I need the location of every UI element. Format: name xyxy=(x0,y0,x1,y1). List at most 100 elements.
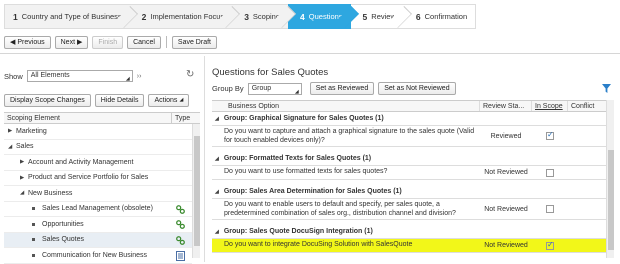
tree-scrollbar[interactable] xyxy=(192,124,200,258)
question-row[interactable]: Do you want to enable users to default a… xyxy=(212,199,606,220)
group-header[interactable]: ◢ Group: Sales Area Determination for Sal… xyxy=(212,185,606,199)
collapse-arrow-icon[interactable]: ◢ xyxy=(8,144,16,150)
question-row[interactable]: Do you want to use formatted texts for s… xyxy=(212,166,606,180)
toolbar-divider xyxy=(0,53,620,54)
expand-arrow-icon[interactable]: ▶ xyxy=(20,175,28,181)
link-type-icon xyxy=(176,235,185,247)
cancel-button[interactable]: Cancel xyxy=(127,35,161,49)
panel-divider[interactable] xyxy=(204,56,205,262)
conflict-cell xyxy=(568,239,606,252)
display-scope-changes-button[interactable]: Display Scope Changes xyxy=(4,94,91,107)
scoping-tree: ▶ Marketing ◢ Sales ▶ Account and Activity Ma… xyxy=(4,124,192,264)
left-actions: Display Scope Changes Hide Details Actio… xyxy=(4,94,190,107)
col-type[interactable]: Type xyxy=(172,115,190,122)
col-scoping-element[interactable]: Scoping Element xyxy=(4,113,172,123)
tree-row-label: Sales Lead Management (obsolete) xyxy=(42,205,153,213)
in-scope-checkbox[interactable] xyxy=(546,168,554,177)
next-label: Next xyxy=(60,38,76,46)
col-conflict[interactable]: Conflict xyxy=(568,101,606,111)
group-title: Group: Sales Area Determination for Sale… xyxy=(223,188,402,195)
bullet-icon xyxy=(32,238,35,242)
in-scope-cell xyxy=(532,166,568,179)
col-business-option[interactable]: Business Option xyxy=(212,101,480,111)
tree-row[interactable]: ◢ Sales xyxy=(4,140,192,155)
bullet-icon xyxy=(32,222,35,226)
wizard-step-3[interactable]: 3 Scoping xyxy=(232,4,289,29)
tree-row-label: Opportunities xyxy=(42,220,84,228)
scrollbar-thumb[interactable] xyxy=(608,150,614,250)
wizard-step-2[interactable]: 2 Implementation Focus xyxy=(129,4,233,29)
tree-row[interactable]: Opportunities xyxy=(4,217,192,233)
step-label: Review xyxy=(371,12,396,21)
refresh-icon[interactable]: ↻ xyxy=(186,69,194,80)
set-as-not-reviewed-button[interactable]: Set as Not Reviewed xyxy=(378,82,456,95)
expand-arrow-icon[interactable]: ▶ xyxy=(20,159,28,165)
tree-row[interactable]: Sales Lead Management (obsolete) xyxy=(4,202,192,217)
in-scope-checkbox[interactable] xyxy=(546,130,554,140)
next-button[interactable]: Next ▶ xyxy=(54,35,89,49)
question-row[interactable]: Do you want to capture and attach a grap… xyxy=(212,126,606,147)
col-review-status[interactable]: Review Sta... xyxy=(480,101,532,111)
in-scope-checkbox[interactable] xyxy=(546,205,554,213)
tree-row[interactable]: ▶ Marketing xyxy=(4,124,192,140)
tree-row[interactable]: ▶ Product and Service Portfolio for Sales xyxy=(4,171,192,186)
tree-row[interactable]: ◢ New Business xyxy=(4,186,192,202)
group-header[interactable]: ◢ Group: Formatted Texts for Sales Quotes… xyxy=(212,152,606,166)
chevron-right-icon: ▶ xyxy=(77,38,83,46)
step-number: 4 xyxy=(300,11,305,22)
set-as-reviewed-button[interactable]: Set as Reviewed xyxy=(309,82,375,95)
tree-row[interactable]: Sales Quotes xyxy=(4,232,192,248)
tree-row-label: Communication for New Business xyxy=(42,251,148,259)
previous-button[interactable]: ◀ Previous xyxy=(4,35,51,49)
expand-panel-icon[interactable]: ›› xyxy=(137,73,142,80)
group-title: Group: Sales Quote DocuSign Integration … xyxy=(223,228,373,235)
wizard-step-1[interactable]: 1 Country and Type of Business xyxy=(4,4,130,29)
tree-row-label: Marketing xyxy=(16,127,47,135)
questions-grid: ◢ Group: Graphical Signature for Sales Qu… xyxy=(212,112,606,253)
chevron-left-icon: ◀ xyxy=(10,38,16,46)
step-label: Questions xyxy=(308,12,343,21)
question-text: Do you want to integrate DocuSing Soluti… xyxy=(224,241,413,248)
question-row[interactable]: Do you want to integrate DocuSing Soluti… xyxy=(212,239,606,253)
in-scope-checkbox[interactable] xyxy=(546,240,554,250)
finish-button[interactable]: Finish xyxy=(92,35,124,49)
tree-row[interactable]: ▶ Account and Activity Management xyxy=(4,155,192,171)
wizard-step-5[interactable]: 5 Review xyxy=(350,4,404,29)
questions-scrollbar[interactable] xyxy=(606,100,614,258)
group-title: Group: Graphical Signature for Sales Quo… xyxy=(223,115,384,122)
group-by-select[interactable]: Group ◢ xyxy=(247,82,302,95)
link-type-icon xyxy=(176,220,185,231)
group-header[interactable]: ◢ Group: Sales Quote DocuSign Integration… xyxy=(212,225,606,239)
collapse-arrow-icon[interactable]: ◢ xyxy=(215,189,219,195)
wizard-step-4[interactable]: 4 Questions xyxy=(288,4,351,29)
expand-arrow-icon[interactable]: ▶ xyxy=(8,128,16,134)
save-draft-button[interactable]: Save Draft xyxy=(171,35,217,49)
group-by-row: Group By Group ◢ Set as Reviewed Set as … xyxy=(212,82,456,95)
review-status: Not Reviewed xyxy=(484,242,528,249)
col-in-scope[interactable]: In Scope xyxy=(532,101,568,111)
step-label: Confirmation xyxy=(424,12,468,21)
group-header[interactable]: ◢ Group: Graphical Signature for Sales Qu… xyxy=(212,112,606,126)
tree-row-label: Sales Quotes xyxy=(42,236,85,244)
question-text: Do you want to capture and attach a grap… xyxy=(224,128,475,144)
toolbar: ◀ Previous Next ▶ Finish Cancel Save Dra… xyxy=(4,35,217,49)
link-type-icon xyxy=(176,204,185,216)
collapse-arrow-icon[interactable]: ◢ xyxy=(215,229,219,235)
step-number: 2 xyxy=(141,11,147,22)
toolbar-separator xyxy=(165,36,167,48)
bullet-icon xyxy=(32,253,35,257)
tree-row[interactable]: Communication for New Business xyxy=(4,248,192,264)
scrollbar-thumb[interactable] xyxy=(194,136,200,246)
collapse-arrow-icon[interactable]: ◢ xyxy=(215,116,219,122)
filter-icon[interactable] xyxy=(602,84,611,93)
collapse-arrow-icon[interactable]: ◢ xyxy=(20,190,28,196)
step-number: 1 xyxy=(13,11,18,22)
show-select[interactable]: All Elements ◢ xyxy=(26,70,133,82)
actions-menu-button[interactable]: Actions ◢ xyxy=(148,94,190,107)
dropdown-caret-icon: ◢ xyxy=(294,88,299,95)
wizard-step-6[interactable]: 6 Confirmation xyxy=(403,4,477,29)
questions-title: Questions for Sales Quotes xyxy=(212,67,329,78)
in-scope-cell xyxy=(532,199,568,219)
hide-details-button[interactable]: Hide Details xyxy=(94,94,145,107)
collapse-arrow-icon[interactable]: ◢ xyxy=(215,156,219,162)
